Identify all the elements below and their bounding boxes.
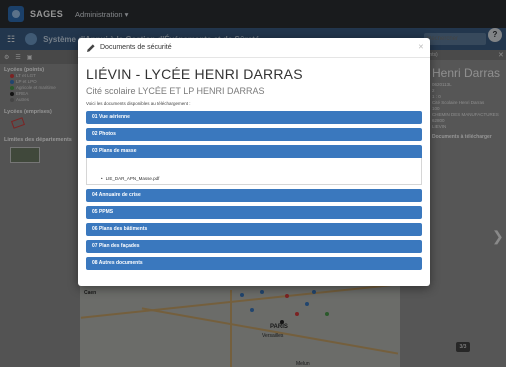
section-plans-des-batiments[interactable]: 06 Plans des bâtiments [86, 223, 422, 236]
section-photos[interactable]: 02 Photos [86, 128, 422, 141]
intro-text: Voici les documents disponibles au téléc… [86, 101, 191, 106]
modal-header: Documents de sécurité [78, 38, 430, 58]
file-download-link[interactable]: LIE_DAR_APN_Masse.pdf [101, 176, 159, 181]
section-plans-de-masse[interactable]: 03 Plans de masse [86, 145, 422, 158]
section-autres-documents[interactable]: 08 Autres documents [86, 257, 422, 270]
documents-modal: Documents de sécurité ✕ LIÉVIN - LYCÉE H… [78, 38, 430, 286]
section-vue-aerienne[interactable]: 01 Vue aérienne [86, 111, 422, 124]
close-icon[interactable]: ✕ [418, 43, 424, 51]
pencil-icon [87, 43, 95, 52]
section-annuaire-de-crise[interactable]: 04 Annuaire de crise [86, 189, 422, 202]
modal-body: LIÉVIN - LYCÉE HENRI DARRAS Cité scolair… [78, 58, 430, 270]
school-title: LIÉVIN - LYCÉE HENRI DARRAS [86, 66, 303, 82]
section-plans-de-masse-content: LIE_DAR_APN_Masse.pdf [86, 158, 422, 185]
modal-title: Documents de sécurité [100, 44, 172, 51]
section-ppms[interactable]: 05 PPMS [86, 206, 422, 219]
section-plan-des-facades[interactable]: 07 Plan des façades [86, 240, 422, 253]
school-subtitle: Cité scolaire LYCÉE ET LP HENRI DARRAS [86, 86, 265, 96]
